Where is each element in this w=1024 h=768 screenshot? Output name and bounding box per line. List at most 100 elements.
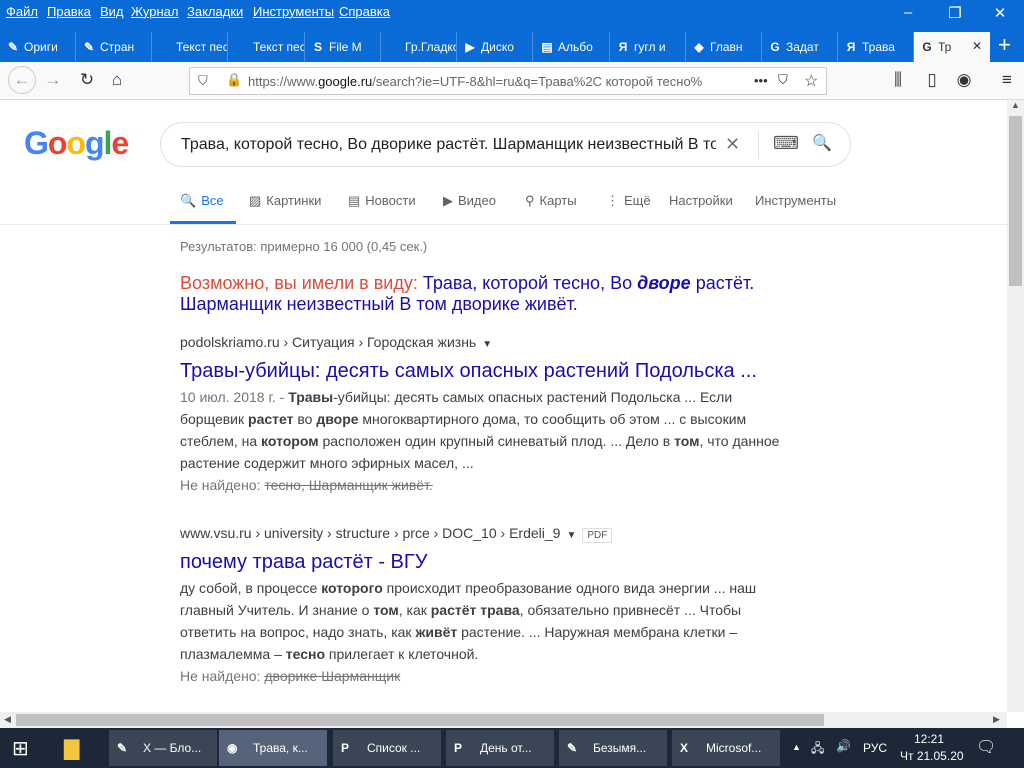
result-title-link[interactable]: Травы-убийцы: десять самых опасных расте… bbox=[180, 360, 780, 386]
tray-arrow-icon[interactable]: ▲ bbox=[792, 742, 801, 752]
tab-close-icon[interactable]: ✕ bbox=[972, 39, 982, 53]
page-actions-icon[interactable]: ••• bbox=[750, 73, 768, 88]
browser-tab[interactable]: S File M bbox=[305, 32, 381, 62]
file-explorer-icon[interactable]: ▇ bbox=[64, 736, 79, 761]
dym-text: Трава, которой тесно, Во bbox=[422, 273, 633, 293]
search-icon[interactable]: 🔍 bbox=[812, 133, 832, 153]
bookmark-star-icon[interactable]: ☆ bbox=[804, 71, 819, 91]
menu-edit[interactable]: Правка bbox=[47, 4, 91, 19]
browser-tab[interactable]: Текст песі bbox=[152, 32, 228, 62]
sidebar-icon[interactable]: ▯ bbox=[920, 70, 944, 90]
search-tab[interactable]: ▶ Видео bbox=[443, 193, 496, 209]
dropdown-arrow-icon[interactable]: ▼ bbox=[566, 530, 576, 541]
snippet-text: во bbox=[293, 411, 317, 427]
snippet-text: прилегает к клеточной. bbox=[325, 646, 479, 662]
tab-label: Текст песі bbox=[176, 40, 228, 54]
menu-help[interactable]: Справка bbox=[339, 4, 390, 19]
search-tab[interactable]: ⋮ Ещё bbox=[606, 193, 651, 209]
result-title-link[interactable]: почему трава растёт - ВГУ bbox=[180, 551, 780, 577]
dropdown-arrow-icon[interactable]: ▼ bbox=[482, 339, 492, 350]
browser-tab[interactable]: ▶ Диско bbox=[457, 32, 533, 62]
menu-tools[interactable]: Инструменты bbox=[253, 4, 334, 19]
search-result: podolskriamo.ru › Ситуация › Городская ж… bbox=[180, 334, 780, 496]
clock-time[interactable]: 12:21 bbox=[914, 732, 944, 746]
shield-icon: ⛉ bbox=[198, 73, 208, 88]
volume-icon[interactable]: 🔊 bbox=[836, 739, 851, 753]
windows-start-icon[interactable]: ⊞ bbox=[12, 736, 29, 761]
menu-view[interactable]: Вид bbox=[100, 4, 124, 19]
menu-bookmarks[interactable]: Закладки bbox=[187, 4, 243, 19]
menu-file[interactable]: Файл bbox=[6, 4, 38, 19]
restore-button[interactable]: ❐ bbox=[940, 4, 970, 22]
taskbar-button[interactable]: ✎ Х — Бло... bbox=[109, 730, 217, 766]
url-bar[interactable]: ⛉ 🔒 https://www.google.ru/search?ie=UTF-… bbox=[189, 67, 827, 95]
menu-icon[interactable]: ≡ bbox=[995, 70, 1019, 90]
tab-favicon-icon: Я bbox=[618, 40, 628, 54]
search-tab[interactable]: Настройки bbox=[669, 193, 733, 208]
browser-tab[interactable]: ✎ Стран bbox=[76, 32, 152, 62]
search-tab[interactable]: ▤ Новости bbox=[348, 193, 416, 209]
account-icon[interactable]: ◉ bbox=[952, 70, 976, 90]
search-tab[interactable]: Инструменты bbox=[755, 193, 836, 208]
search-tab-label: Инструменты bbox=[755, 193, 837, 208]
search-tab[interactable]: 🔍 Все bbox=[180, 193, 224, 209]
browser-tab[interactable]: G Задат bbox=[762, 32, 838, 62]
scroll-up-icon[interactable]: ▲ bbox=[1011, 100, 1020, 110]
tab-favicon-icon: ▤ bbox=[541, 40, 553, 54]
taskbar-button[interactable]: X Microsof... bbox=[672, 730, 780, 766]
browser-tab[interactable]: Я Трава bbox=[838, 32, 914, 62]
network-icon[interactable]: 🖧 bbox=[811, 739, 824, 760]
snippet-highlight: растёт трава bbox=[430, 602, 520, 618]
search-tab[interactable]: ▨ Картинки bbox=[249, 193, 321, 209]
browser-tab[interactable]: Гр.Гладко bbox=[381, 32, 457, 62]
search-box[interactable]: Трава, которой тесно, Во дворике растёт.… bbox=[160, 122, 851, 167]
missing-terms: тесно, Шарманщик живёт. bbox=[264, 477, 433, 493]
did-you-mean-label: Возможно, вы имели в виду: bbox=[180, 273, 418, 293]
tab-icon: 🔍 bbox=[180, 193, 197, 208]
not-found-terms: Не найдено: тесно, Шарманщик живёт. bbox=[180, 474, 780, 496]
result-url[interactable]: podolskriamo.ru › Ситуация › Городская ж… bbox=[180, 334, 780, 354]
browser-tab[interactable]: ✎ Ориги bbox=[0, 32, 76, 62]
taskbar-button[interactable]: P Список ... bbox=[333, 730, 441, 766]
scroll-right-icon[interactable]: ▶ bbox=[993, 714, 1000, 725]
snippet-text: расположен один крупный синеватый плод. … bbox=[318, 433, 675, 449]
forward-icon[interactable]: → bbox=[41, 70, 65, 90]
clock-date[interactable]: Чт 21.05.20 bbox=[900, 749, 964, 763]
lock-icon: 🔒 bbox=[226, 72, 243, 87]
taskbar-app-icon: ✎ bbox=[567, 741, 578, 755]
clear-icon[interactable]: ✕ bbox=[725, 134, 740, 155]
taskbar-label: Трава, к... bbox=[253, 741, 308, 755]
home-icon[interactable]: ⌂ bbox=[105, 70, 129, 90]
vertical-scroll-thumb[interactable] bbox=[1009, 116, 1022, 286]
browser-tab[interactable]: Ягугл и bbox=[610, 32, 686, 62]
language-indicator[interactable]: РУС bbox=[863, 741, 887, 755]
search-input[interactable]: Трава, которой тесно, Во дворике растёт.… bbox=[181, 136, 716, 154]
browser-tab[interactable]: Текст песі bbox=[229, 32, 305, 62]
notifications-icon[interactable]: 🗨 bbox=[976, 737, 996, 757]
taskbar-button[interactable]: P День от... bbox=[446, 730, 554, 766]
search-tab-label: Настройки bbox=[669, 193, 733, 208]
browser-tab[interactable]: ▤ Альбо bbox=[534, 32, 610, 62]
taskbar-button[interactable]: ◉ Трава, к... bbox=[219, 730, 327, 766]
browser-tab[interactable]: G Тр ✕ bbox=[914, 32, 990, 62]
library-icon[interactable]: ⫼ bbox=[886, 70, 910, 90]
scroll-left-icon[interactable]: ◀ bbox=[4, 714, 11, 725]
tab-favicon-icon: G bbox=[770, 40, 780, 54]
taskbar-button[interactable]: ✎ Безымя... bbox=[559, 730, 667, 766]
back-icon[interactable]: ← bbox=[8, 66, 36, 94]
browser-tab[interactable]: ◆ Главн bbox=[686, 32, 762, 62]
keyboard-icon[interactable]: ⌨ bbox=[773, 133, 799, 154]
close-window-button[interactable]: ✕ bbox=[985, 4, 1015, 22]
tab-icon: ▨ bbox=[249, 193, 262, 208]
tab-label: Текст песі bbox=[253, 40, 305, 54]
result-url[interactable]: www.vsu.ru › university › structure › pr… bbox=[180, 525, 780, 545]
new-tab-button[interactable]: + bbox=[998, 32, 1011, 58]
pocket-icon[interactable]: ⛉ bbox=[778, 72, 788, 88]
reload-icon[interactable]: ↻ bbox=[75, 70, 99, 90]
google-logo[interactable]: Google bbox=[24, 125, 129, 162]
minimize-button[interactable]: – bbox=[893, 4, 923, 21]
menu-history[interactable]: Журнал bbox=[131, 4, 178, 19]
pdf-badge: PDF bbox=[582, 528, 613, 543]
horizontal-scroll-thumb[interactable] bbox=[16, 714, 824, 726]
search-tab[interactable]: ⚲ Карты bbox=[525, 193, 577, 209]
